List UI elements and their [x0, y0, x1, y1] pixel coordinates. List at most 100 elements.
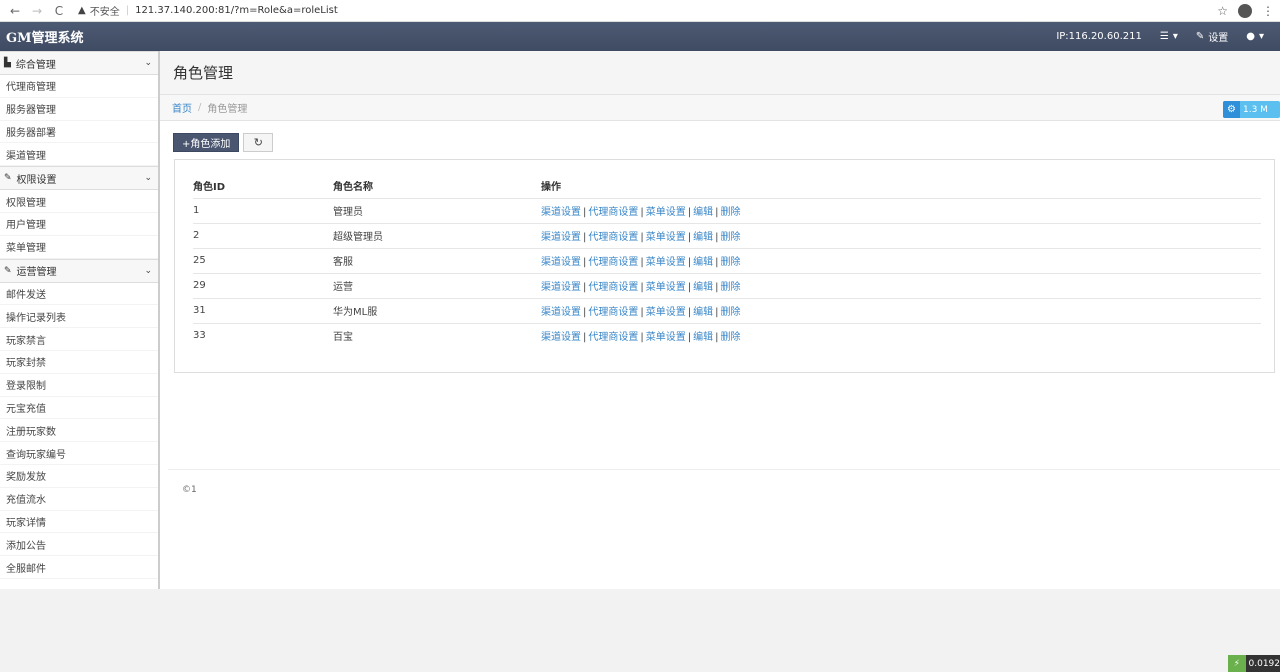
edit-link[interactable]: 编辑 [693, 282, 713, 293]
menu-settings-link[interactable]: 菜单设置 [646, 232, 686, 243]
sidebar-item-register-count[interactable]: 注册玩家数 [0, 419, 158, 443]
sidebar-item-player-id[interactable]: 查询玩家编号 [0, 442, 158, 465]
main-content: 角色管理 首页 / 角色管理 ⚙ 1.3 M +角色添加 ↻ 角色ID 角色名称… [160, 51, 1280, 589]
sidebar-item-recharge[interactable]: 元宝充值 [0, 397, 158, 420]
list-menu-dropdown[interactable]: ☰ ▾ [1160, 31, 1178, 42]
caret-down-icon: ▾ [1172, 31, 1178, 42]
role-id-cell: 33 [193, 330, 206, 342]
channel-settings-link[interactable]: 渠道设置 [541, 232, 581, 243]
sidebar-group-permission[interactable]: ✎ 权限设置 ⌄ [0, 166, 158, 191]
breadcrumb-home[interactable]: 首页 [172, 100, 192, 115]
sidebar-item-op-log[interactable]: 操作记录列表 [0, 305, 158, 329]
delete-link[interactable]: 删除 [721, 282, 741, 293]
add-role-button[interactable]: +角色添加 [173, 133, 240, 152]
menu-settings-link[interactable]: 菜单设置 [646, 307, 686, 318]
action-separator: | [715, 332, 719, 344]
agent-settings-link[interactable]: 代理商设置 [588, 232, 638, 243]
delete-link[interactable]: 删除 [721, 257, 741, 268]
sidebar-item-ban[interactable]: 玩家封禁 [0, 351, 158, 374]
sidebar-item-menu[interactable]: 菜单管理 [0, 236, 158, 259]
profile-icon[interactable] [1238, 3, 1252, 18]
action-separator: | [715, 307, 719, 318]
action-separator: | [687, 257, 692, 268]
sidebar-item-server-deploy[interactable]: 服务器部署 [0, 121, 158, 144]
sidebar-group-label: 运营管理 [16, 267, 57, 279]
edit-link[interactable]: 编辑 [693, 207, 713, 218]
sidebar-item-mute[interactable]: 玩家禁言 [0, 328, 158, 351]
sidebar-item-server-mail[interactable]: 全服邮件 [0, 556, 158, 579]
channel-settings-link[interactable]: 渠道设置 [541, 307, 581, 318]
timer-value: 0.0192 [1248, 658, 1280, 669]
delete-link[interactable]: 删除 [721, 307, 741, 318]
forward-icon[interactable]: → [28, 2, 46, 20]
sidebar-group-operation[interactable]: ✎ 运营管理 ⌄ [0, 258, 158, 283]
agent-settings-link[interactable]: 代理商设置 [588, 332, 638, 343]
sidebar-item-reward[interactable]: 奖励发放 [0, 465, 158, 488]
menu-settings-link[interactable]: 菜单设置 [646, 207, 686, 218]
page-title: 角色管理 [173, 64, 234, 82]
sidebar-item-server[interactable]: 服务器管理 [0, 98, 158, 121]
channel-settings-link[interactable]: 渠道设置 [541, 257, 581, 268]
role-id-cell: 31 [193, 298, 333, 324]
address-bar[interactable]: ▲ 不安全 | 121.37.140.200:81/?m=Role&a=role… [78, 3, 338, 18]
breadcrumb: 首页 / 角色管理 ⚙ 1.3 M [160, 95, 1280, 121]
back-icon[interactable]: ← [6, 2, 24, 20]
channel-settings-link[interactable]: 渠道设置 [541, 332, 581, 343]
actions-cell: 渠道设置 | 代理商设置 | 菜单设置 | 编辑 | 删除 [541, 273, 1261, 299]
user-menu-dropdown[interactable]: ● ▾ [1246, 31, 1264, 42]
action-separator: | [583, 207, 587, 218]
settings-label: 设置 [1208, 33, 1229, 44]
channel-settings-link[interactable]: 渠道设置 [541, 282, 581, 293]
page-timer: ⚡ 0.0192 [1228, 655, 1280, 672]
agent-settings-link[interactable]: 代理商设置 [588, 282, 638, 293]
actions-cell: 渠道设置 | 代理商设置 | 菜单设置 | 编辑 | 删除 [541, 298, 1261, 324]
role-table-container: 角色ID 角色名称 操作 1 管理员 渠道设置 | 代理商设置 | 菜单设置 | 编辑 | 删除 2 超… [174, 159, 1275, 373]
agent-settings-link[interactable]: 代理商设置 [588, 207, 638, 218]
sidebar-item-player-detail[interactable]: 玩家详情 [0, 511, 158, 534]
action-separator: | [583, 282, 587, 293]
sidebar-item-permission[interactable]: 权限管理 [0, 190, 158, 213]
channel-settings-link[interactable]: 渠道设置 [541, 207, 581, 218]
bookmark-star-icon[interactable]: ☆ [1217, 4, 1228, 18]
sidebar-item-mail[interactable]: 邮件发送 [0, 283, 158, 306]
brand-title[interactable]: GM管理系统 [6, 27, 84, 46]
action-separator: | [640, 332, 644, 344]
sidebar-item-channel[interactable]: 渠道管理 [0, 143, 158, 167]
menu-settings-link[interactable]: 菜单设置 [646, 282, 686, 293]
menu-dots-icon[interactable]: ⋮ [1262, 4, 1274, 18]
sidebar-item-recharge-flow[interactable]: 充值流水 [0, 488, 158, 511]
role-name-cell: 运营 [333, 273, 541, 299]
user-icon: ● [1246, 31, 1255, 42]
browser-toolbar: ← → C ▲ 不安全 | 121.37.140.200:81/?m=Role&… [0, 0, 1280, 22]
header-role-id: 角色ID [193, 173, 333, 199]
edit-link[interactable]: 编辑 [693, 257, 713, 268]
sidebar-item-agent[interactable]: 代理商管理 [0, 75, 158, 98]
table-row: 25 客服 渠道设置 | 代理商设置 | 菜单设置 | 编辑 | 删除 [193, 248, 1261, 274]
agent-settings-link[interactable]: 代理商设置 [588, 307, 638, 318]
edit-link[interactable]: 编辑 [693, 232, 713, 243]
delete-link[interactable]: 删除 [721, 207, 741, 218]
actions-cell: 渠道设置 | 代理商设置 | 菜单设置 | 编辑 | 删除 [541, 323, 1261, 348]
settings-link[interactable]: ✎ 设置 [1196, 29, 1228, 44]
edit-link[interactable]: 编辑 [693, 332, 713, 343]
wrench-icon: ✎ [4, 173, 12, 184]
sidebar-item-announcement[interactable]: 添加公告 [0, 533, 158, 557]
action-separator: | [583, 257, 587, 268]
menu-settings-link[interactable]: 菜单设置 [646, 257, 686, 268]
url-text: 121.37.140.200:81/?m=Role&a=roleList [135, 5, 338, 16]
action-separator: | [640, 307, 644, 318]
memory-badge[interactable]: ⚙ 1.3 M [1223, 101, 1280, 118]
reload-icon[interactable]: C [50, 2, 68, 20]
menu-settings-link[interactable]: 菜单设置 [646, 332, 686, 343]
sidebar-group-general[interactable]: ▙ 综合管理 ⌄ [0, 51, 158, 75]
role-id-cell: 1 [193, 198, 333, 224]
edit-link[interactable]: 编辑 [693, 307, 713, 318]
delete-link[interactable]: 删除 [721, 332, 741, 343]
agent-settings-link[interactable]: 代理商设置 [588, 257, 638, 268]
refresh-button[interactable]: ↻ [243, 133, 274, 152]
dashboard-icon: ▙ [4, 58, 11, 68]
sidebar-item-login-limit[interactable]: 登录限制 [0, 374, 158, 397]
delete-link[interactable]: 删除 [721, 232, 741, 243]
timer-icon: ⚡ [1228, 655, 1246, 672]
sidebar-item-user[interactable]: 用户管理 [0, 213, 158, 236]
